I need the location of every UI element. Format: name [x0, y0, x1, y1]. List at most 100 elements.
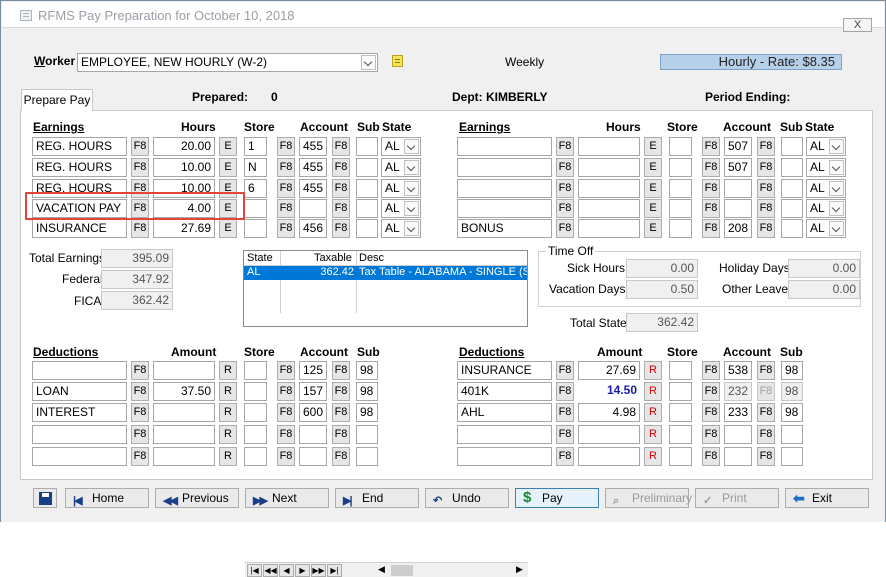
- chevron-down-icon[interactable]: [829, 160, 844, 175]
- chevron-down-icon[interactable]: [404, 139, 419, 154]
- chevron-down-icon[interactable]: [361, 55, 376, 70]
- f8-button[interactable]: F8: [702, 179, 720, 198]
- store-field[interactable]: [244, 447, 267, 466]
- sub-field[interactable]: 98: [781, 382, 803, 401]
- print-button[interactable]: ✓ Print: [695, 488, 779, 508]
- close-button[interactable]: X: [843, 18, 872, 32]
- f8-button[interactable]: F8: [131, 447, 149, 466]
- account-field[interactable]: 455: [299, 179, 327, 198]
- account-field[interactable]: 455: [299, 158, 327, 177]
- r-button[interactable]: R: [219, 382, 237, 401]
- e-button[interactable]: E: [644, 219, 662, 238]
- undo-button[interactable]: ↶ Undo: [425, 488, 509, 508]
- sub-field[interactable]: 98: [781, 403, 803, 422]
- exit-button[interactable]: ⬅ Exit: [785, 488, 869, 508]
- account-field[interactable]: 125: [299, 361, 327, 380]
- prev-record-icon[interactable]: ◀: [279, 564, 294, 577]
- store-field[interactable]: [244, 382, 267, 401]
- worker-select[interactable]: EMPLOYEE, NEW HOURLY (W-2): [77, 53, 378, 72]
- deduction-name-field[interactable]: [457, 447, 552, 466]
- f8-button[interactable]: F8: [131, 361, 149, 380]
- f8-button[interactable]: F8: [556, 199, 574, 218]
- tax-table[interactable]: State Taxable Desc AL 362.42 Tax Table -…: [243, 250, 528, 577]
- f8-button[interactable]: F8: [556, 179, 574, 198]
- f8-button[interactable]: F8: [757, 179, 775, 198]
- f8-button[interactable]: F8: [556, 361, 574, 380]
- sub-field[interactable]: [356, 425, 378, 444]
- chevron-down-icon[interactable]: [829, 201, 844, 216]
- hours-field[interactable]: 27.69: [153, 219, 215, 238]
- f8-button[interactable]: F8: [277, 361, 295, 380]
- store-field[interactable]: [669, 361, 692, 380]
- account-field[interactable]: 233: [724, 403, 752, 422]
- sub-field[interactable]: [356, 137, 378, 156]
- f8-button[interactable]: F8: [556, 425, 574, 444]
- earning-name-field[interactable]: REG. HOURS: [32, 158, 127, 177]
- hours-field[interactable]: [578, 158, 640, 177]
- chevron-down-icon[interactable]: [404, 221, 419, 236]
- end-button[interactable]: ▶| End: [335, 488, 419, 508]
- e-button[interactable]: E: [644, 137, 662, 156]
- sub-field[interactable]: [356, 199, 378, 218]
- chevron-down-icon[interactable]: [404, 201, 419, 216]
- store-field[interactable]: [669, 382, 692, 401]
- previous-button[interactable]: ◀◀ Previous: [155, 488, 239, 508]
- chevron-down-icon[interactable]: [829, 221, 844, 236]
- account-field[interactable]: [299, 425, 327, 444]
- f8-button[interactable]: F8: [757, 137, 775, 156]
- e-button[interactable]: E: [219, 158, 237, 177]
- f8-button[interactable]: F8: [757, 425, 775, 444]
- state-select[interactable]: AL: [381, 137, 421, 156]
- f8-button[interactable]: F8: [556, 158, 574, 177]
- chevron-down-icon[interactable]: [829, 139, 844, 154]
- store-field[interactable]: [244, 361, 267, 380]
- hours-field[interactable]: [578, 137, 640, 156]
- state-select[interactable]: AL: [381, 199, 421, 218]
- hours-field[interactable]: [578, 179, 640, 198]
- f8-button[interactable]: F8: [277, 137, 295, 156]
- next-page-icon[interactable]: ▶▶: [311, 564, 326, 577]
- scroll-thumb[interactable]: [391, 565, 413, 576]
- deduction-name-field[interactable]: LOAN: [32, 382, 127, 401]
- hours-field[interactable]: 10.00: [153, 158, 215, 177]
- last-record-icon[interactable]: ▶|: [327, 564, 342, 577]
- account-field[interactable]: 456: [299, 219, 327, 238]
- r-button[interactable]: R: [644, 425, 662, 444]
- f8-button[interactable]: F8: [131, 403, 149, 422]
- store-field[interactable]: [244, 425, 267, 444]
- f8-button[interactable]: F8: [332, 158, 350, 177]
- f8-button[interactable]: F8: [556, 403, 574, 422]
- horizontal-scrollbar[interactable]: ◀ ▶: [377, 564, 525, 577]
- f8-button[interactable]: F8: [332, 137, 350, 156]
- scroll-right-icon[interactable]: ▶: [516, 564, 523, 575]
- sub-field[interactable]: [781, 219, 803, 238]
- scroll-left-icon[interactable]: ◀: [378, 564, 385, 575]
- earning-name-field[interactable]: [457, 179, 552, 198]
- r-button[interactable]: R: [644, 403, 662, 422]
- state-select[interactable]: AL: [806, 137, 846, 156]
- earning-name-field[interactable]: BONUS: [457, 219, 552, 238]
- store-field[interactable]: [244, 219, 267, 238]
- f8-button[interactable]: F8: [702, 137, 720, 156]
- f8-button[interactable]: F8: [277, 382, 295, 401]
- r-button[interactable]: R: [219, 447, 237, 466]
- f8-button[interactable]: F8: [131, 158, 149, 177]
- r-button[interactable]: R: [644, 382, 662, 401]
- account-field[interactable]: 507: [724, 158, 752, 177]
- f8-button[interactable]: F8: [702, 425, 720, 444]
- chevron-down-icon[interactable]: [404, 160, 419, 175]
- account-field[interactable]: 538: [724, 361, 752, 380]
- first-record-icon[interactable]: |◀: [247, 564, 262, 577]
- deduction-name-field[interactable]: [32, 425, 127, 444]
- amount-field[interactable]: [153, 425, 215, 444]
- f8-button[interactable]: F8: [332, 179, 350, 198]
- store-field[interactable]: [669, 425, 692, 444]
- f8-button[interactable]: F8: [702, 403, 720, 422]
- amount-field[interactable]: [153, 403, 215, 422]
- f8-button[interactable]: F8: [702, 158, 720, 177]
- account-field[interactable]: 600: [299, 403, 327, 422]
- state-select[interactable]: AL: [381, 179, 421, 198]
- chevron-down-icon[interactable]: [404, 181, 419, 196]
- r-button[interactable]: R: [644, 361, 662, 380]
- f8-button[interactable]: F8: [277, 179, 295, 198]
